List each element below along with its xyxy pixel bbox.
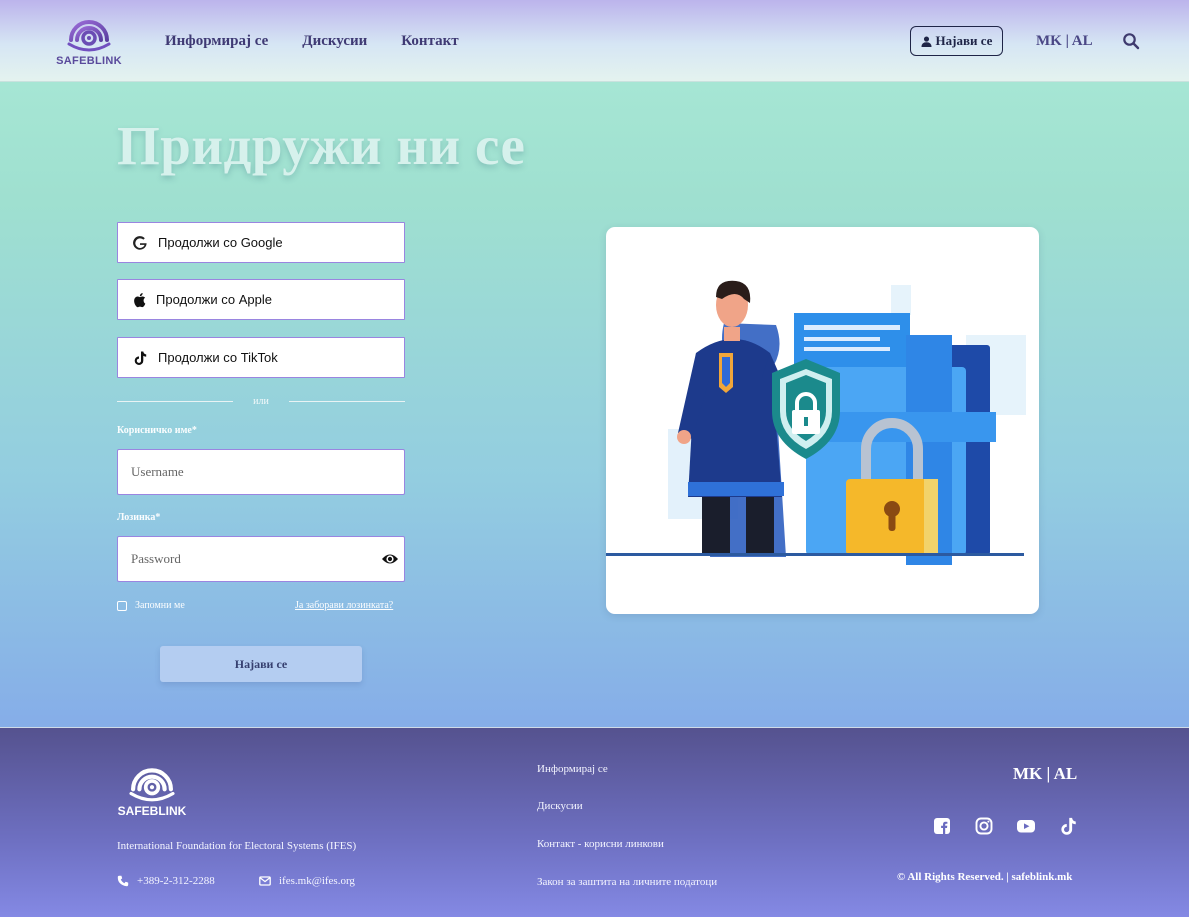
tiktok-icon [134, 351, 147, 365]
header: SAFEBLINK Информирај се Дискусии Контакт… [0, 0, 1189, 82]
nav-contact[interactable]: Контакт [401, 33, 458, 50]
tiktok-login-label: Продолжи со TikTok [158, 350, 278, 365]
footer-email-text: ifes.mk@ifes.org [279, 875, 355, 887]
tiktok-footer-icon[interactable] [1058, 816, 1078, 836]
security-hero-illustration [606, 280, 1026, 565]
footer-social-links [932, 816, 1078, 836]
language-switcher[interactable]: MK | AL [1036, 33, 1093, 50]
eye-icon[interactable] [381, 551, 399, 567]
youtube-icon[interactable] [1016, 816, 1036, 836]
page-title: Придружи ни се [117, 115, 526, 176]
footer-logo-text: SAFEBLINK [117, 804, 187, 818]
header-login-label: Најави се [935, 33, 993, 48]
header-login-button[interactable]: Најави се [910, 26, 1003, 56]
forgot-password-link[interactable]: Ја заборави лозинката? [295, 600, 393, 611]
nav-inform[interactable]: Информирај се [165, 33, 268, 50]
tiktok-login-button[interactable]: Продолжи со TikTok [117, 337, 405, 378]
apple-login-button[interactable]: Продолжи со Apple [117, 279, 405, 320]
main-nav: Информирај се Дискусии Контакт [165, 33, 459, 50]
divider-line-right [288, 400, 406, 402]
password-label: Лозинка* [117, 512, 161, 523]
footer-link-inform[interactable]: Информирај се [537, 763, 608, 775]
footer-logo-icon [129, 768, 175, 802]
safeblink-logo[interactable]: SAFEBLINK [56, 14, 122, 68]
divider-line-left [117, 400, 234, 402]
phone-icon [117, 875, 129, 887]
remember-label: Запомни ме [135, 600, 185, 611]
nav-discussions[interactable]: Дискусии [302, 33, 367, 50]
instagram-icon[interactable] [974, 816, 994, 836]
logo-icon [67, 20, 111, 52]
submit-login-button[interactable]: Најави се [160, 646, 362, 682]
remember-checkbox[interactable] [117, 600, 127, 611]
illustration-card [606, 227, 1039, 614]
envelope-icon [259, 876, 271, 886]
apple-icon [134, 292, 146, 307]
remember-me[interactable]: Запомни ме [117, 600, 185, 611]
or-label: или [253, 395, 269, 407]
footer-email[interactable]: ifes.mk@ifes.org [259, 875, 355, 887]
footer-link-contact[interactable]: Контакт - корисни линкови [537, 838, 664, 850]
username-field[interactable] [117, 449, 405, 495]
google-login-button[interactable]: Продолжи со Google [117, 222, 405, 263]
footer-link-discussions[interactable]: Дискусии [537, 800, 583, 812]
search-icon[interactable] [1122, 32, 1140, 50]
footer-logo[interactable]: SAFEBLINK [117, 762, 187, 818]
footer: SAFEBLINK International Foundation for E… [0, 727, 1189, 917]
logo-text: SAFEBLINK [56, 55, 122, 67]
password-field[interactable] [117, 536, 405, 582]
google-login-label: Продолжи со Google [158, 235, 283, 250]
copyright: © All Rights Reserved. | safeblink.mk [897, 871, 1073, 883]
or-divider: или [117, 393, 406, 409]
footer-phone-text: +389-2-312-2288 [137, 875, 215, 887]
apple-login-label: Продолжи со Apple [156, 292, 272, 307]
user-icon [921, 35, 932, 47]
footer-organization: International Foundation for Electoral S… [117, 840, 357, 852]
footer-language-switcher[interactable]: MK | AL [1013, 764, 1077, 784]
google-icon [133, 235, 147, 250]
footer-phone[interactable]: +389-2-312-2288 [117, 875, 215, 887]
facebook-icon[interactable] [932, 816, 952, 836]
footer-link-privacy-law[interactable]: Закон за заштита на личните податоци [537, 876, 717, 888]
username-label: Корисничко име* [117, 425, 197, 436]
